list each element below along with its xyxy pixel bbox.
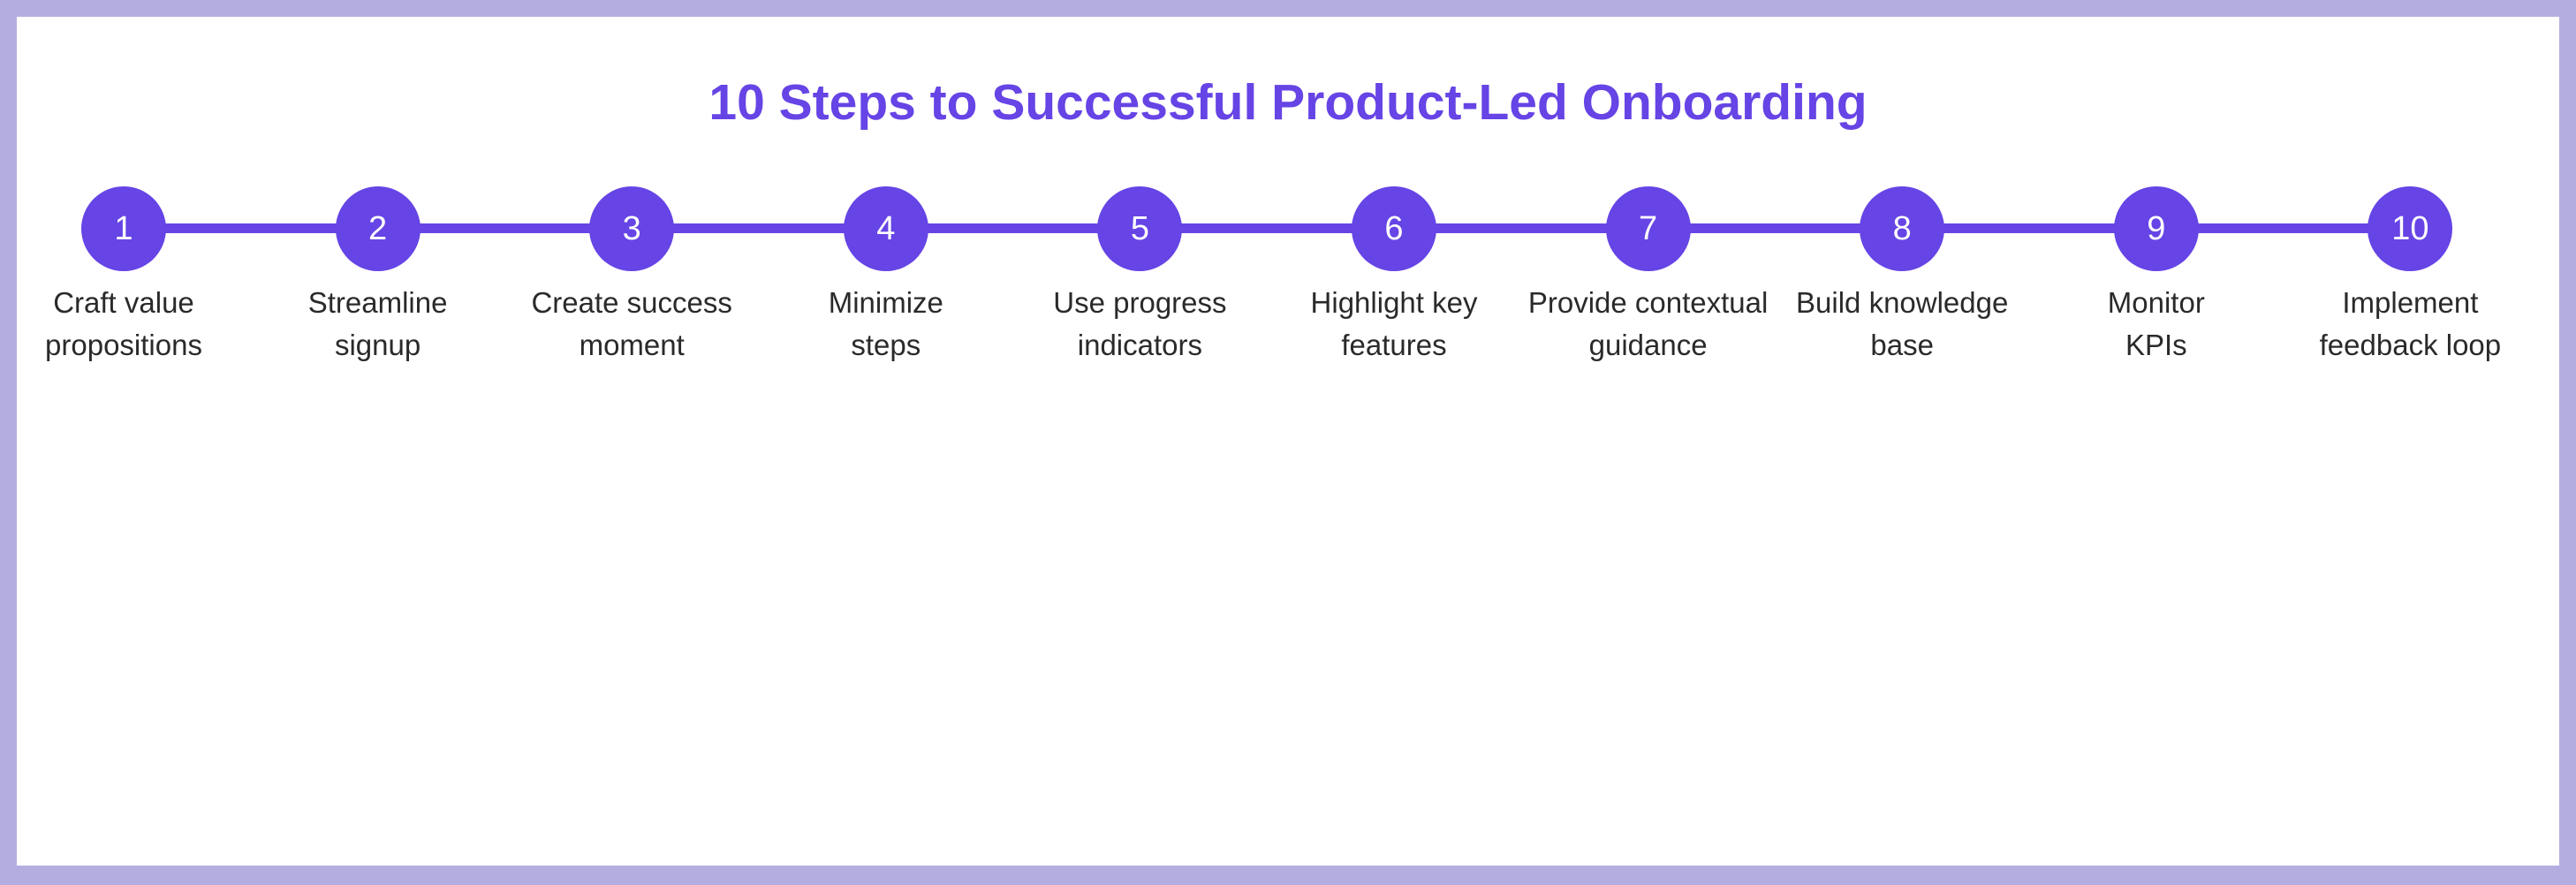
timeline-step: 10 Implement feedback loop xyxy=(2286,186,2534,367)
diagram-frame: 10 Steps to Successful Product-Led Onboa… xyxy=(17,17,2559,866)
timeline-step: 8 Build knowledge base xyxy=(1778,186,2026,367)
step-label: Use progress indicators xyxy=(1053,286,1227,361)
step-label: Monitor KPIs xyxy=(2107,286,2205,361)
step-number-circle: 10 xyxy=(2368,186,2453,271)
step-number-circle: 3 xyxy=(589,186,675,271)
timeline-step: 4 Minimize steps xyxy=(762,186,1010,367)
step-label: Minimize steps xyxy=(828,286,943,361)
step-label: Provide contextual guidance xyxy=(1527,286,1769,361)
step-number-circle: 8 xyxy=(1860,186,1945,271)
step-label: Craft value propositions xyxy=(45,286,202,361)
timeline-step: 6 Highlight key features xyxy=(1270,186,1518,367)
step-label: Create success moment xyxy=(531,286,732,361)
step-number-circle: 5 xyxy=(1097,186,1183,271)
step-number-circle: 2 xyxy=(335,186,420,271)
timeline-step: 7 Provide contextual guidance xyxy=(1525,186,1772,367)
timeline-step: 1 Craft value propositions xyxy=(0,186,247,367)
step-number-circle: 6 xyxy=(1352,186,1436,271)
step-number-circle: 4 xyxy=(843,186,928,271)
timeline-step: 9 Monitor KPIs xyxy=(2033,186,2280,367)
step-label: Implement feedback loop xyxy=(2319,286,2502,361)
step-number-circle: 1 xyxy=(81,186,166,271)
step-number-circle: 9 xyxy=(2113,186,2199,271)
step-label: Streamline signup xyxy=(307,286,448,361)
timeline-step: 5 Use progress indicators xyxy=(1016,186,1263,367)
timeline-step: 3 Create success moment xyxy=(508,186,755,367)
step-label: Build knowledge base xyxy=(1796,286,2009,361)
diagram-title: 10 Steps to Successful Product-Led Onboa… xyxy=(708,74,1868,131)
timeline-step: 2 Streamline signup xyxy=(254,186,502,367)
step-label: Highlight key features xyxy=(1310,286,1478,361)
step-number-circle: 7 xyxy=(1605,186,1691,271)
